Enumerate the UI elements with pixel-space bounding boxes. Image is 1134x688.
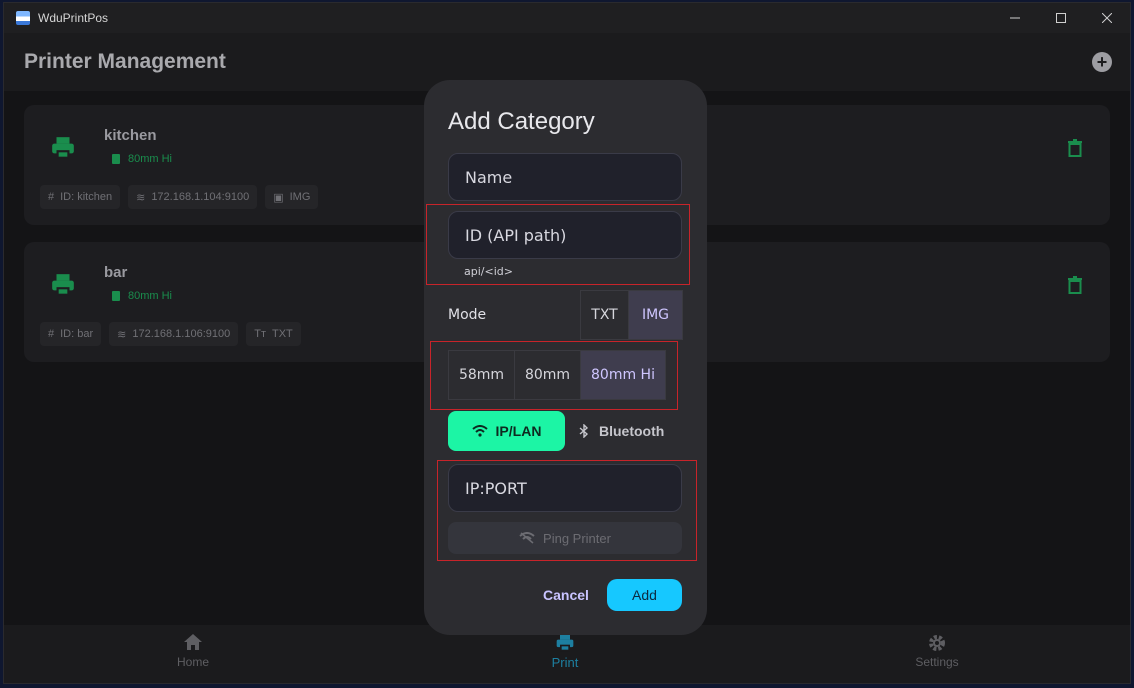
- printer-chips: # ID: bar ≋ 172.168.1.106:9100 Tт TXT: [40, 322, 301, 346]
- bluetooth-button[interactable]: Bluetooth: [579, 411, 679, 451]
- address-chip: ≋ 172.168.1.104:9100: [128, 185, 258, 209]
- printer-icon: [556, 634, 574, 652]
- wifi-icon: ≋: [136, 191, 146, 204]
- bluetooth-icon: [579, 424, 589, 438]
- wifi-icon: [471, 425, 488, 437]
- id-chip: # ID: bar: [40, 322, 102, 346]
- printer-size: 80mm Hi: [112, 153, 172, 165]
- mode-chip-label: TXT: [272, 328, 293, 340]
- maximize-button[interactable]: [1038, 3, 1084, 33]
- address-chip: ≋ 172.168.1.106:9100: [109, 322, 239, 346]
- address-chip-label: 172.168.1.104:9100: [151, 191, 250, 203]
- close-icon: [1102, 13, 1112, 23]
- title-bar: WduPrintPos: [4, 3, 1130, 33]
- paper-size-toggle: 58mm 80mm 80mm Hi: [448, 350, 666, 400]
- printer-size-label: 80mm Hi: [128, 153, 173, 165]
- app-logo-icon: [16, 11, 30, 25]
- text-icon: Tт: [254, 328, 266, 340]
- printer-icon: [52, 137, 74, 159]
- id-chip: # ID: kitchen: [40, 185, 121, 209]
- mode-img-button[interactable]: IMG: [629, 291, 682, 339]
- nav-home[interactable]: Home: [133, 633, 253, 669]
- printer-icon: [52, 274, 74, 296]
- trash-icon[interactable]: [1068, 276, 1082, 294]
- home-icon: [184, 634, 202, 650]
- printer-chips: # ID: kitchen ≋ 172.168.1.104:9100 ▣ IMG: [40, 185, 319, 209]
- ping-printer-label: Ping Printer: [543, 530, 611, 546]
- dialog-title: Add Category: [448, 108, 595, 135]
- printer-name: kitchen: [104, 127, 157, 144]
- nav-home-label: Home: [176, 655, 209, 669]
- ip-lan-label: IP/LAN: [495, 423, 542, 439]
- add-printer-button[interactable]: +: [1092, 52, 1112, 72]
- gear-icon: [929, 635, 945, 651]
- nav-print-label: Print: [551, 655, 579, 670]
- id-helper-text: api/<id>: [464, 265, 513, 278]
- hash-icon: #: [48, 328, 55, 340]
- mode-chip: ▣ IMG: [265, 185, 319, 209]
- paper-58mm-button[interactable]: 58mm: [449, 351, 515, 399]
- maximize-icon: [1056, 13, 1066, 23]
- paper-80mm-button[interactable]: 80mm: [515, 351, 581, 399]
- minimize-icon: [1010, 17, 1020, 19]
- mode-toggle: TXT IMG: [580, 290, 683, 340]
- minimize-button[interactable]: [992, 3, 1038, 33]
- paper-80mm-hi-button[interactable]: 80mm Hi: [581, 351, 665, 399]
- window-title: WduPrintPos: [38, 11, 109, 25]
- wifi-icon: ≋: [117, 328, 127, 341]
- mode-chip: Tт TXT: [246, 322, 301, 346]
- ip-lan-button[interactable]: IP/LAN: [448, 411, 565, 451]
- image-icon: ▣: [273, 191, 284, 204]
- plus-icon: +: [1096, 52, 1108, 72]
- add-button[interactable]: Add: [607, 579, 682, 611]
- cancel-button[interactable]: Cancel: [538, 579, 594, 611]
- document-icon: [112, 154, 120, 164]
- bluetooth-label: Bluetooth: [599, 423, 665, 439]
- id-chip-label: ID: kitchen: [60, 191, 113, 203]
- id-chip-label: ID: bar: [60, 328, 94, 340]
- trash-icon[interactable]: [1068, 139, 1082, 157]
- nav-settings-label: Settings: [915, 655, 959, 669]
- mode-chip-label: IMG: [289, 191, 311, 203]
- ip-port-input[interactable]: IP:PORT: [448, 464, 682, 512]
- nav-settings[interactable]: Settings: [877, 633, 997, 669]
- mode-label: Mode: [448, 307, 487, 323]
- printer-size: 80mm Hi: [112, 290, 172, 302]
- ping-printer-button[interactable]: Ping Printer: [448, 522, 682, 554]
- address-chip-label: 172.168.1.106:9100: [132, 328, 231, 340]
- id-input[interactable]: ID (API path): [448, 211, 682, 259]
- add-category-dialog: Add Category Name ID (API path) api/<id>…: [424, 80, 707, 635]
- printer-size-label: 80mm Hi: [128, 290, 173, 302]
- close-button[interactable]: [1084, 3, 1130, 33]
- nav-print[interactable]: Print: [505, 633, 625, 670]
- page-title: Printer Management: [24, 50, 226, 73]
- printer-name: bar: [104, 264, 128, 281]
- mode-txt-button[interactable]: TXT: [581, 291, 629, 339]
- hash-icon: #: [48, 191, 55, 203]
- name-input[interactable]: Name: [448, 153, 682, 201]
- document-icon: [112, 291, 120, 301]
- wifi-off-icon: [519, 532, 535, 544]
